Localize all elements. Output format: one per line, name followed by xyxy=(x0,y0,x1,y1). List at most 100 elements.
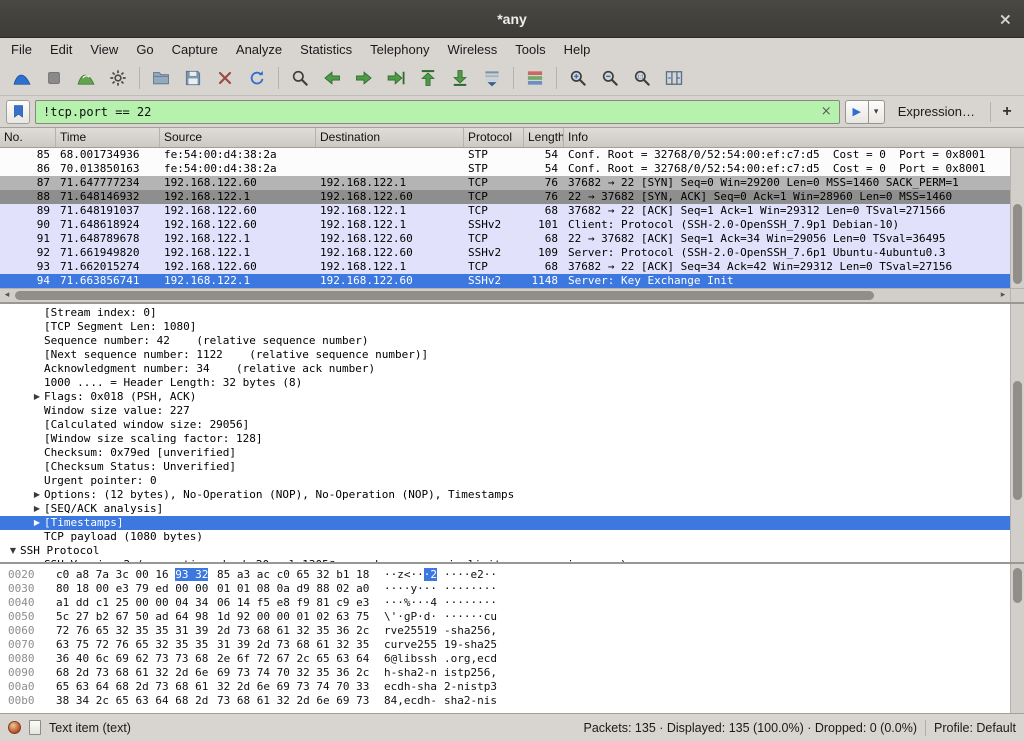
column-header-length[interactable]: Length xyxy=(524,128,564,147)
detail-line[interactable]: Sequence number: 42 (relative sequence n… xyxy=(0,334,1010,348)
go-back-icon[interactable] xyxy=(318,64,346,92)
hex-row[interactable]: 00505c 27 b2 67 50 ad 64 981d 92 00 00 0… xyxy=(0,610,1010,624)
detail-line[interactable]: ▼SSH Protocol xyxy=(0,544,1010,558)
packet-row[interactable]: 8971.648191037192.168.122.60192.168.122.… xyxy=(0,204,1010,218)
vscroll-thumb[interactable] xyxy=(1013,381,1022,500)
detail-line[interactable]: Checksum: 0x79ed [unverified] xyxy=(0,446,1010,460)
packet-row[interactable]: 8670.013850163fe:54:00:d4:38:2aSTP54Conf… xyxy=(0,162,1010,176)
packet-row[interactable]: 9171.648789678192.168.122.1192.168.122.6… xyxy=(0,232,1010,246)
expanded-expander-icon[interactable]: ▼ xyxy=(6,544,20,558)
hex-row[interactable]: 006072 76 65 32 35 35 31 392d 73 68 61 3… xyxy=(0,624,1010,638)
menu-statistics[interactable]: Statistics xyxy=(291,40,361,59)
menu-analyze[interactable]: Analyze xyxy=(227,40,291,59)
detail-line[interactable]: Window size value: 227 xyxy=(0,404,1010,418)
detail-line[interactable]: 1000 .... = Header Length: 32 bytes (8) xyxy=(0,376,1010,390)
menu-go[interactable]: Go xyxy=(127,40,162,59)
resize-columns-icon[interactable] xyxy=(660,64,688,92)
detail-line[interactable]: [TCP Segment Len: 1080] xyxy=(0,320,1010,334)
packet-row[interactable]: 8568.001734936fe:54:00:d4:38:2aSTP54Conf… xyxy=(0,148,1010,162)
column-header-no[interactable]: No. xyxy=(0,128,56,147)
collapsed-expander-icon[interactable]: ▶ xyxy=(30,502,44,516)
menu-help[interactable]: Help xyxy=(555,40,600,59)
zoom-out-icon[interactable] xyxy=(596,64,624,92)
expert-info-icon[interactable] xyxy=(8,721,21,734)
detail-line[interactable]: ▶Flags: 0x018 (PSH, ACK) xyxy=(0,390,1010,404)
detail-line[interactable]: Urgent pointer: 0 xyxy=(0,474,1010,488)
close-button[interactable]: × xyxy=(999,9,1012,28)
capture-comment-icon[interactable] xyxy=(29,720,41,735)
go-forward-icon[interactable] xyxy=(350,64,378,92)
restart-capture-icon[interactable] xyxy=(72,64,100,92)
column-header-info[interactable]: Info xyxy=(564,128,1024,147)
titlebar[interactable]: *any × xyxy=(0,0,1024,38)
packet-row[interactable]: 9271.661949820192.168.122.1192.168.122.6… xyxy=(0,246,1010,260)
reload-file-icon[interactable] xyxy=(243,64,271,92)
filter-input[interactable]: !tcp.port == 22 × xyxy=(35,100,840,124)
hex-row[interactable]: 00a065 63 64 68 2d 73 68 6132 2d 6e 69 7… xyxy=(0,680,1010,694)
menu-telephony[interactable]: Telephony xyxy=(361,40,438,59)
detail-line[interactable]: TCP payload (1080 bytes) xyxy=(0,530,1010,544)
packet-row[interactable]: 8771.647777234192.168.122.60192.168.122.… xyxy=(0,176,1010,190)
packet-row[interactable]: 9071.648618924192.168.122.60192.168.122.… xyxy=(0,218,1010,232)
auto-scroll-icon[interactable] xyxy=(478,64,506,92)
detail-line[interactable]: [Window size scaling factor: 128] xyxy=(0,432,1010,446)
packet-row[interactable]: 8871.648146932192.168.122.1192.168.122.6… xyxy=(0,190,1010,204)
menu-tools[interactable]: Tools xyxy=(506,40,554,59)
column-header-source[interactable]: Source xyxy=(160,128,316,147)
packet-row[interactable]: 9371.662015274192.168.122.60192.168.122.… xyxy=(0,260,1010,274)
hex-row[interactable]: 0040a1 dd c1 25 00 00 04 3406 14 f5 e8 f… xyxy=(0,596,1010,610)
expression-button[interactable]: Expression… xyxy=(898,104,975,119)
capture-options-icon[interactable] xyxy=(104,64,132,92)
scroll-left-icon[interactable]: ◂ xyxy=(0,289,14,302)
menu-view[interactable]: View xyxy=(81,40,127,59)
scroll-right-icon[interactable]: ▸ xyxy=(996,289,1010,302)
detail-line[interactable]: [Calculated window size: 29056] xyxy=(0,418,1010,432)
hex-row[interactable]: 00b038 34 2c 65 63 64 68 2d73 68 61 32 2… xyxy=(0,694,1010,708)
filter-bookmark-icon[interactable] xyxy=(6,100,30,124)
hex-row[interactable]: 009068 2d 73 68 61 32 2d 6e69 73 74 70 3… xyxy=(0,666,1010,680)
vscroll-thumb[interactable] xyxy=(1013,204,1022,284)
menu-capture[interactable]: Capture xyxy=(163,40,227,59)
column-header-time[interactable]: Time xyxy=(56,128,160,147)
menu-wireless[interactable]: Wireless xyxy=(438,40,506,59)
go-to-packet-icon[interactable] xyxy=(382,64,410,92)
detail-line[interactable]: ▶[Timestamps] xyxy=(0,516,1010,530)
hex-row[interactable]: 0020c0 a8 7a 3c 00 16 93 3285 a3 ac c0 6… xyxy=(0,568,1010,582)
collapsed-expander-icon[interactable]: ▶ xyxy=(30,516,44,530)
filter-clear-icon[interactable]: × xyxy=(821,104,832,119)
hex-row[interactable]: 008036 40 6c 69 62 73 73 682e 6f 72 67 2… xyxy=(0,652,1010,666)
hex-vscrollbar[interactable] xyxy=(1010,564,1024,713)
hscroll-thumb[interactable] xyxy=(15,291,874,300)
menu-edit[interactable]: Edit xyxy=(41,40,81,59)
detail-line[interactable]: [Next sequence number: 1122 (relative se… xyxy=(0,348,1010,362)
hex-row[interactable]: 007063 75 72 76 65 32 35 3531 39 2d 73 6… xyxy=(0,638,1010,652)
collapsed-expander-icon[interactable]: ▶ xyxy=(30,390,44,404)
go-last-packet-icon[interactable] xyxy=(446,64,474,92)
colorize-icon[interactable] xyxy=(521,64,549,92)
detail-line[interactable]: [Stream index: 0] xyxy=(0,306,1010,320)
close-file-icon[interactable] xyxy=(211,64,239,92)
stop-capture-icon[interactable] xyxy=(40,64,68,92)
details-vscrollbar[interactable] xyxy=(1010,304,1024,562)
save-file-icon[interactable] xyxy=(179,64,207,92)
open-file-icon[interactable] xyxy=(147,64,175,92)
add-filter-button[interactable]: + xyxy=(996,101,1018,123)
packet-row[interactable]: 9471.663856741192.168.122.1192.168.122.6… xyxy=(0,274,1010,288)
start-capture-icon[interactable] xyxy=(8,64,36,92)
filter-dropdown-icon[interactable]: ▾ xyxy=(869,100,885,124)
collapsed-expander-icon[interactable]: ▶ xyxy=(30,488,44,502)
filter-apply-button[interactable]: ▶ xyxy=(845,100,869,124)
column-header-destination[interactable]: Destination xyxy=(316,128,464,147)
profile-status[interactable]: Profile: Default xyxy=(934,721,1016,735)
packet-list-hscrollbar[interactable]: ◂ ▸ xyxy=(0,288,1010,302)
zoom-in-icon[interactable] xyxy=(564,64,592,92)
hex-row[interactable]: 003080 18 00 e3 79 ed 00 0001 01 08 0a d… xyxy=(0,582,1010,596)
zoom-reset-icon[interactable]: 1:1 xyxy=(628,64,656,92)
detail-line[interactable]: ▶Options: (12 bytes), No-Operation (NOP)… xyxy=(0,488,1010,502)
detail-line[interactable]: [Checksum Status: Unverified] xyxy=(0,460,1010,474)
packet-list-vscrollbar[interactable] xyxy=(1010,148,1024,288)
go-first-packet-icon[interactable] xyxy=(414,64,442,92)
menu-file[interactable]: File xyxy=(2,40,41,59)
find-packet-icon[interactable] xyxy=(286,64,314,92)
vscroll-thumb[interactable] xyxy=(1013,568,1022,602)
